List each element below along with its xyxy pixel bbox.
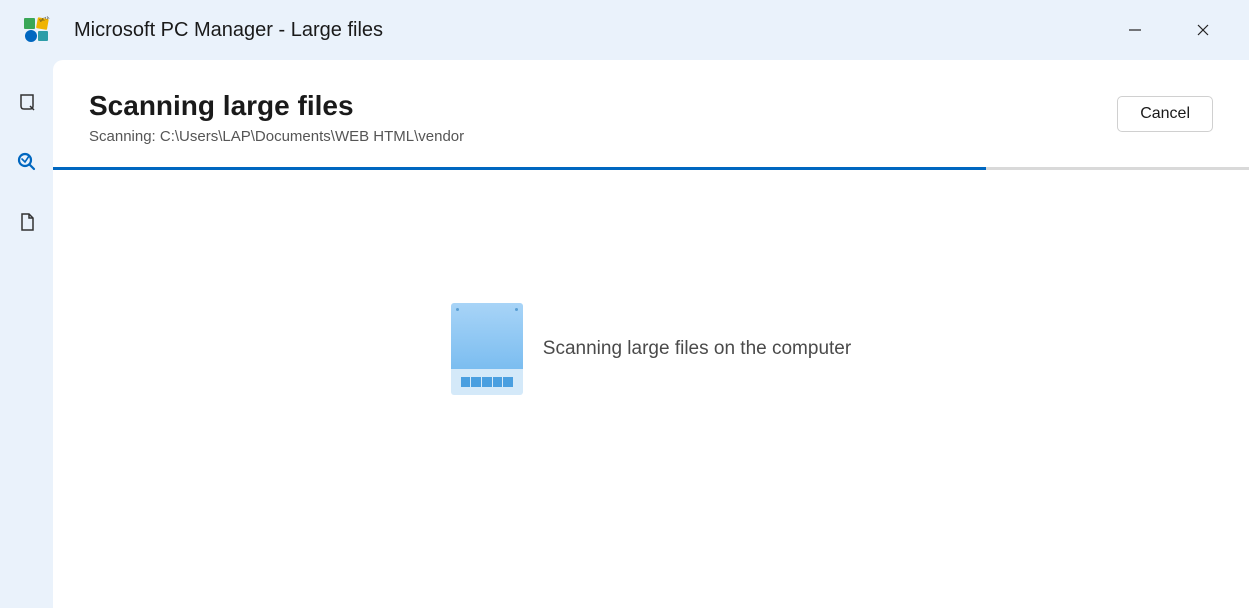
- main-content: Scanning large files Scanning: C:\Users\…: [53, 60, 1249, 608]
- progress-bar: [53, 167, 1249, 170]
- cancel-button[interactable]: Cancel: [1117, 96, 1213, 132]
- window-controls: [1115, 14, 1233, 46]
- center-status: Scanning large files on the computer: [53, 170, 1249, 608]
- minimize-button[interactable]: [1115, 14, 1155, 46]
- cleanup-icon: [17, 92, 37, 112]
- scan-path: C:\Users\LAP\Documents\WEB HTML\vendor: [160, 128, 464, 145]
- sidebar-item-cleanup[interactable]: [15, 90, 39, 114]
- close-button[interactable]: [1183, 14, 1223, 46]
- page-title: Scanning large files: [89, 90, 464, 122]
- progress-fill: [53, 167, 986, 170]
- files-icon: [17, 212, 37, 232]
- scan-prefix: Scanning:: [89, 128, 160, 145]
- scan-icon: [16, 151, 38, 173]
- drive-icon: [451, 303, 523, 395]
- window-title: Microsoft PC Manager - Large files: [74, 19, 1115, 42]
- scan-path-line: Scanning: C:\Users\LAP\Documents\WEB HTM…: [89, 128, 464, 145]
- center-message: Scanning large files on the computer: [543, 338, 851, 360]
- sidebar-item-scan[interactable]: [15, 150, 39, 174]
- page-header: Scanning large files Scanning: C:\Users\…: [53, 60, 1249, 145]
- sidebar: [0, 60, 53, 608]
- titlebar: BETA Microsoft PC Manager - Large files: [0, 0, 1249, 60]
- app-logo-icon: BETA: [22, 16, 50, 44]
- sidebar-item-files[interactable]: [15, 210, 39, 234]
